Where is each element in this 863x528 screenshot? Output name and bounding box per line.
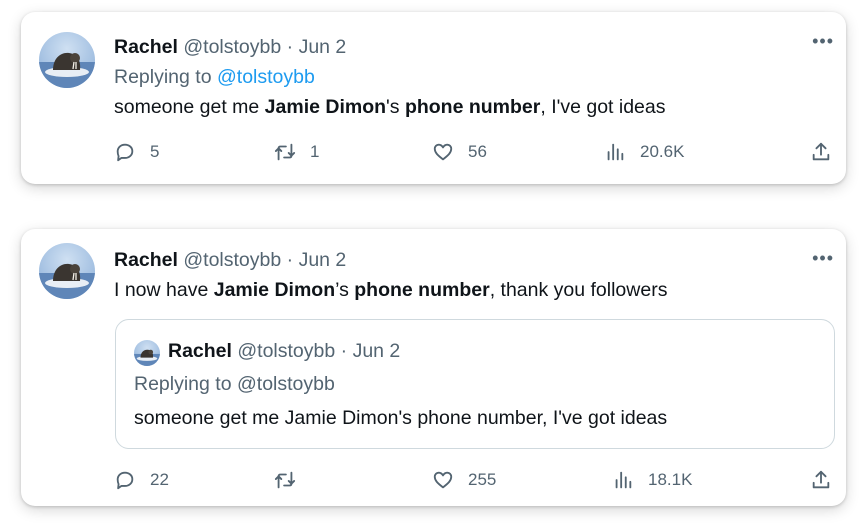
reply-icon — [116, 143, 134, 162]
mention-link[interactable]: @tolstoybb — [217, 66, 315, 88]
tweet-header: Rachel @tolstoybb · Jun 2 — [114, 247, 822, 273]
reply-button[interactable]: 22 — [114, 466, 169, 494]
tweet-actions: 5 1 56 20.6K — [114, 138, 830, 166]
retweet-count: 1 — [310, 142, 320, 161]
like-count: 56 — [468, 142, 487, 161]
like-count: 255 — [468, 470, 497, 489]
text-bold: Jamie Dimon — [213, 279, 336, 301]
views-count: 18.1K — [648, 470, 693, 489]
like-icon — [433, 471, 453, 489]
tweet-date[interactable]: Jun 2 — [299, 249, 347, 271]
text-bold: Jamie Dimon — [264, 96, 387, 118]
tweet-text: I now have Jamie Dimon’s phone number, t… — [114, 277, 822, 303]
tweet-card[interactable]: Rachel @tolstoybb · Jun 2 Replying to @t… — [21, 12, 846, 184]
quote-text: someone get me Jamie Dimon's phone numbe… — [134, 407, 668, 429]
separator: · — [340, 340, 348, 362]
tweet-date[interactable]: Jun 2 — [299, 36, 347, 58]
author-name[interactable]: Rachel — [114, 249, 178, 271]
tweet-actions: 22 255 18.1K — [114, 466, 830, 494]
text-part: , thank you followers — [489, 279, 668, 301]
avatar[interactable] — [134, 340, 160, 366]
share-button[interactable] — [810, 138, 832, 166]
text-bold: phone number — [354, 279, 490, 301]
quote-header: Rachel @tolstoybb · Jun 2 — [168, 338, 400, 364]
author-name[interactable]: Rachel — [114, 36, 178, 58]
like-button[interactable]: 56 — [432, 138, 487, 166]
like-button[interactable]: 255 — [432, 466, 496, 494]
author-handle[interactable]: @tolstoybb — [183, 36, 281, 58]
views-icon — [615, 471, 632, 489]
text-bold: phone number — [404, 96, 541, 118]
text-part: someone get me — [114, 96, 265, 118]
replying-prefix: Replying to — [114, 66, 212, 88]
views-button[interactable]: 20.6K — [604, 138, 684, 166]
author-handle[interactable]: @tolstoybb — [183, 249, 281, 271]
separator: · — [286, 36, 294, 58]
reply-button[interactable]: 5 — [114, 138, 159, 166]
author-name[interactable]: Rachel — [168, 340, 232, 362]
reply-icon — [116, 471, 134, 490]
reply-count: 22 — [150, 470, 169, 489]
retweet-button[interactable] — [274, 466, 310, 494]
tweet-date[interactable]: Jun 2 — [353, 340, 401, 362]
retweet-icon — [274, 143, 296, 161]
replying-to: Replying to @tolstoybb — [114, 64, 822, 90]
avatar[interactable] — [39, 32, 95, 88]
retweet-button[interactable]: 1 — [274, 138, 319, 166]
text-part: I now have — [114, 279, 214, 301]
tweet-text: someone get me Jamie Dimon's phone numbe… — [114, 94, 822, 120]
reply-count: 5 — [150, 142, 160, 161]
avatar[interactable] — [39, 243, 95, 299]
like-icon — [433, 143, 453, 161]
replying-to: Replying to @tolstoybb — [134, 373, 335, 395]
text-part: , I've got ideas — [540, 96, 666, 118]
views-icon — [607, 143, 624, 161]
share-icon — [812, 470, 830, 489]
views-count: 20.6K — [640, 142, 685, 161]
text-part: 's — [386, 96, 405, 118]
tweet-header: Rachel @tolstoybb · Jun 2 — [114, 34, 822, 60]
separator: · — [286, 249, 294, 271]
quoted-tweet[interactable]: Rachel @tolstoybb · Jun 2 Replying to @t… — [115, 319, 835, 449]
ellipsis-icon[interactable]: ••• — [812, 249, 834, 267]
text-part: ’s — [335, 279, 355, 301]
share-icon — [812, 142, 830, 161]
retweet-icon — [274, 471, 296, 489]
views-button[interactable]: 18.1K — [612, 466, 692, 494]
ellipsis-icon[interactable]: ••• — [812, 32, 834, 50]
tweet-card[interactable]: Rachel @tolstoybb · Jun 2 I now have Jam… — [21, 229, 846, 506]
author-handle[interactable]: @tolstoybb — [237, 340, 335, 362]
share-button[interactable] — [810, 466, 832, 494]
